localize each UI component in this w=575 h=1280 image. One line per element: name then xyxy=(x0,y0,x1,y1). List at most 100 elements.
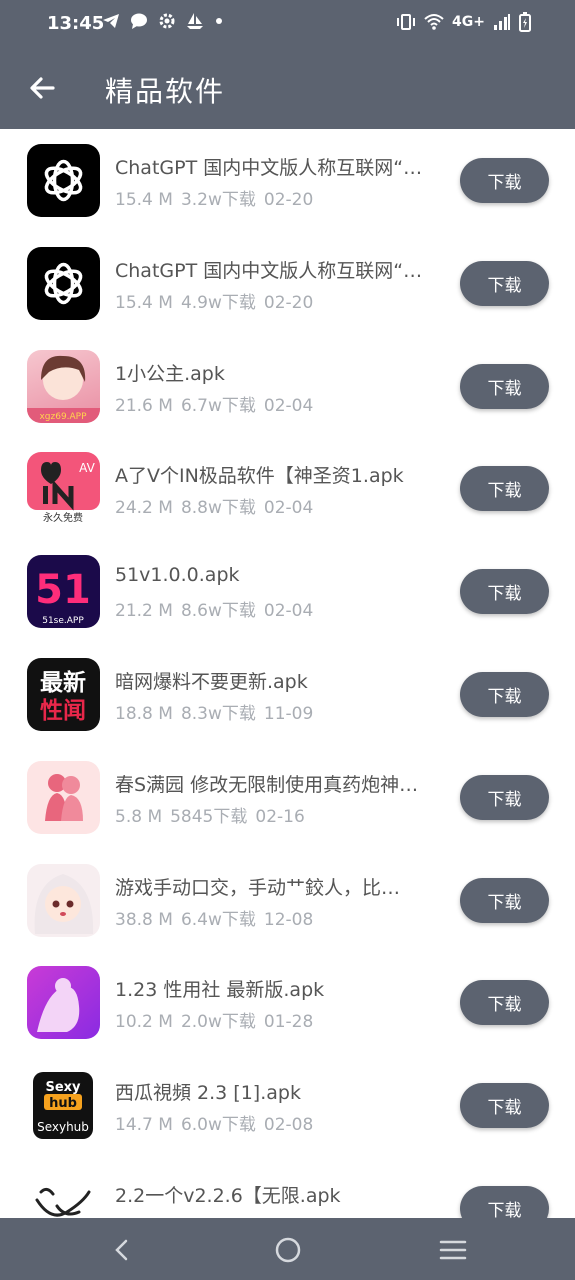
app-date: 02-08 xyxy=(263,1115,314,1136)
app-list: ChatGPT 国内中文版人称互联网“… 15.4 M 3.2w下载 02-20 下… xyxy=(0,129,575,1218)
list-item[interactable]: 51 51se.APP 51v1.0.0.apk 21.2 M 8.6w下载 02-0… xyxy=(0,540,575,643)
app-downloads: 6.7w下载 xyxy=(180,395,256,416)
app-name: 1.23 性用社 最新版.apk xyxy=(115,979,325,1002)
system-icons: 4G+ xyxy=(396,12,531,32)
svg-text:51se.APP: 51se.APP xyxy=(42,616,84,626)
app-date: 12-08 xyxy=(263,909,314,930)
list-item[interactable]: 游戏手动口交，手动艹鉸人，比… 38.8 M 6.4w下载 12-08 下载 xyxy=(0,849,575,952)
app-meta: 18.8 M 8.3w下载 11-09 xyxy=(115,699,321,724)
app-date: 11-09 xyxy=(263,703,314,724)
svg-text:性闻: 性闻 xyxy=(40,698,86,724)
svg-text:xgz69.APP: xgz69.APP xyxy=(39,412,87,422)
back-button[interactable] xyxy=(22,68,62,108)
download-button[interactable]: 下载 xyxy=(460,466,549,512)
app-meta: 10.2 M 2.0w下载 01-28 xyxy=(115,1007,321,1032)
app-date: 02-20 xyxy=(263,292,314,313)
chatgpt-logo-icon xyxy=(27,246,100,320)
app-meta: 21.2 M 8.6w下载 02-04 xyxy=(115,596,321,621)
download-button[interactable]: 下载 xyxy=(460,671,549,717)
app-date: 02-04 xyxy=(263,601,314,622)
nav-back-button[interactable] xyxy=(102,1230,142,1270)
app-name: ChatGPT 国内中文版人称互联网“… xyxy=(115,157,423,179)
svg-text:51: 51 xyxy=(35,567,91,613)
app-name: 暗网爆料不要更新.apk xyxy=(115,670,308,693)
sexyhub-logo-icon: Sexy hub Sexyhub xyxy=(27,1069,100,1143)
anime-girl-white-hair-icon xyxy=(27,863,100,937)
app-downloads: 8.8w下载 xyxy=(180,498,256,519)
app-meta: 38.8 M 6.4w下载 12-08 xyxy=(115,905,321,930)
app-date: 02-04 xyxy=(263,395,314,416)
download-button[interactable]: 下载 xyxy=(460,1083,549,1129)
app-name: A了V个IN极品软件【神圣资1.apk xyxy=(115,465,404,488)
app-downloads: 6.4w下载 xyxy=(180,909,256,930)
boat-icon xyxy=(187,13,203,29)
download-button[interactable]: 下载 xyxy=(460,363,549,409)
download-button[interactable]: 下载 xyxy=(460,569,549,615)
hamburger-menu-icon xyxy=(439,1240,467,1260)
download-button[interactable]: 下载 xyxy=(460,774,549,820)
app-name: 51v1.0.0.apk xyxy=(115,564,240,587)
app-downloads: 2.0w下载 xyxy=(180,1012,256,1033)
dot-icon xyxy=(216,18,222,24)
list-item[interactable]: ChatGPT 国内中文版人称互联网“… 15.4 M 4.9w下载 02-20 下… xyxy=(0,232,575,335)
app-size: 21.6 M xyxy=(115,395,173,416)
svg-text:最新: 最新 xyxy=(40,669,86,696)
download-button[interactable]: 下载 xyxy=(460,260,549,306)
wifi-icon xyxy=(424,14,444,30)
app-downloads: 6.0w下载 xyxy=(180,1115,256,1136)
app-size: 5.8 M xyxy=(115,806,163,827)
app-name: 春S满园 修改无限制使用真药炮神… xyxy=(115,773,419,796)
app-name: 1小公主.apk xyxy=(115,362,225,385)
app-size: 14.7 M xyxy=(115,1115,173,1136)
nav-home-button[interactable] xyxy=(268,1230,308,1270)
list-item[interactable]: xgz69.APP 1小公主.apk 21.6 M 6.7w下载 02-04 下载 xyxy=(0,335,575,438)
app-name: ChatGPT 国内中文版人称互联网“… xyxy=(115,259,423,282)
status-time: 13:45 xyxy=(47,13,105,34)
app-size: 10.2 M xyxy=(115,1012,173,1033)
app-name: 西瓜視頻 2.3 [1].apk xyxy=(115,1082,301,1105)
download-button[interactable]: 下载 xyxy=(460,158,549,203)
app-size: 18.8 M xyxy=(115,703,173,724)
app-meta: 15.4 M 3.2w下载 02-20 xyxy=(115,185,321,210)
app-size: 15.4 M xyxy=(115,292,173,313)
app-downloads: 3.2w下载 xyxy=(180,190,256,210)
chevron-left-icon xyxy=(115,1239,128,1261)
nav-menu-button[interactable] xyxy=(433,1230,473,1270)
list-item[interactable]: 最新 性闻 暗网爆料不要更新.apk 18.8 M 8.3w下载 11-09 下载 xyxy=(0,643,575,746)
svg-text:hub: hub xyxy=(49,1096,77,1111)
chat-bubble-icon xyxy=(131,13,147,29)
download-button[interactable]: 下载 xyxy=(460,877,549,923)
app-meta: 5.8 M 5845下载 02-16 xyxy=(115,802,313,827)
svg-text:Sexy: Sexy xyxy=(45,1080,81,1095)
app-size: 38.8 M xyxy=(115,909,173,930)
app-meta: 24.2 M 8.8w下载 02-04 xyxy=(115,493,321,518)
list-item[interactable]: 2.2一个v2.2.6【无限.apk 下载 下载 xyxy=(0,1157,575,1218)
circle-home-icon xyxy=(275,1237,301,1263)
app-date: 02-04 xyxy=(263,498,314,519)
purple-silhouette-icon xyxy=(27,966,100,1040)
svg-text:永久免费: 永久免费 xyxy=(43,511,83,524)
arrow-left-icon xyxy=(30,77,55,99)
app-name: 2.2一个v2.2.6【无限.apk xyxy=(115,1184,341,1207)
svg-text:Sexyhub: Sexyhub xyxy=(37,1120,89,1134)
battery-icon xyxy=(519,12,531,32)
chatgpt-logo-icon xyxy=(27,144,100,217)
list-item[interactable]: Sexy hub Sexyhub 西瓜視頻 2.3 [1].apk 14.7 M 6.… xyxy=(0,1054,575,1157)
app-meta: 21.6 M 6.7w下载 02-04 xyxy=(115,391,321,416)
app-downloads: 5845下载 xyxy=(170,806,248,827)
app-meta: 15.4 M 4.9w下载 02-20 xyxy=(115,288,321,313)
download-button[interactable]: 下载 xyxy=(460,980,549,1026)
notification-icons xyxy=(102,12,224,30)
list-item[interactable]: 1.23 性用社 最新版.apk 10.2 M 2.0w下载 01-28 下载 xyxy=(0,951,575,1054)
list-item[interactable]: AV 永久免费 A了V个IN极品软件【神圣资1.apk 24.2 M 8.8w下载 0… xyxy=(0,437,575,540)
list-item[interactable]: ChatGPT 国内中文版人称互联网“… 15.4 M 3.2w下载 02-20 下… xyxy=(0,129,575,232)
line-art-logo-icon xyxy=(27,1171,100,1218)
vibrate-icon xyxy=(397,14,416,30)
status-bar: 13:45 4G+ xyxy=(0,0,575,48)
download-button[interactable]: 下载 xyxy=(460,1185,549,1218)
app-date: 01-28 xyxy=(263,1012,314,1033)
anime-girl-pink-icon: xgz69.APP xyxy=(27,349,100,423)
newest-news-logo-icon: 最新 性闻 xyxy=(27,657,100,731)
list-item[interactable]: 春S满园 修改无限制使用真药炮神… 5.8 M 5845下载 02-16 下载 xyxy=(0,746,575,849)
app-bar: 精品软件 xyxy=(0,48,575,129)
